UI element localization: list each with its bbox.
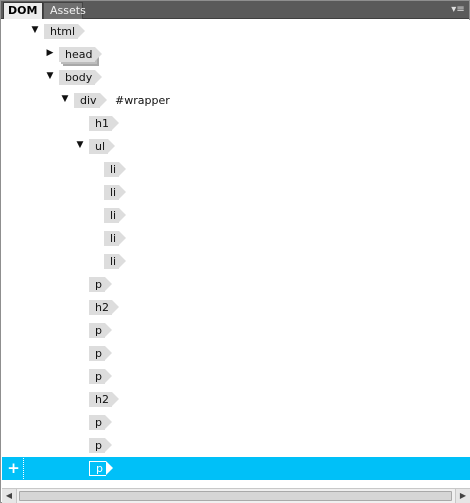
element-tag[interactable]: html bbox=[44, 24, 85, 39]
tab-dom[interactable]: DOM bbox=[3, 2, 43, 19]
element-tag[interactable]: p bbox=[89, 461, 113, 476]
element-tag[interactable]: li bbox=[104, 162, 126, 177]
tree-row-li[interactable]: li bbox=[2, 158, 470, 181]
tag-name-label: p bbox=[89, 323, 105, 338]
element-tag[interactable]: li bbox=[104, 185, 126, 200]
tree-row-ul[interactable]: ▼ ul bbox=[2, 135, 470, 158]
tree-row-body[interactable]: ▼ body bbox=[2, 66, 470, 89]
tab-assets[interactable]: Assets bbox=[43, 2, 86, 19]
element-tag[interactable]: li bbox=[104, 231, 126, 246]
expand-triangle-down-icon[interactable]: ▼ bbox=[59, 93, 71, 105]
element-tag[interactable]: p bbox=[89, 323, 112, 338]
element-tag[interactable]: ul bbox=[89, 139, 115, 154]
element-tag[interactable]: p bbox=[89, 415, 112, 430]
tree-row-html[interactable]: ▼ html bbox=[2, 20, 470, 43]
scrollbar-thumb[interactable] bbox=[19, 491, 452, 501]
tree-row-p[interactable]: p bbox=[2, 411, 470, 434]
tag-name-label: h2 bbox=[89, 392, 112, 407]
tag-arrow-tip bbox=[106, 461, 113, 475]
tag-arrow-tip bbox=[119, 162, 126, 176]
tag-name-label: head bbox=[59, 47, 96, 62]
plus-icon[interactable]: + bbox=[4, 458, 24, 479]
tree-row-li[interactable]: li bbox=[2, 250, 470, 273]
tree-row-p[interactable]: + p bbox=[2, 457, 470, 480]
element-tag[interactable]: h2 bbox=[89, 300, 119, 315]
tag-arrow-tip bbox=[119, 254, 126, 268]
tree-row-h2[interactable]: h2 bbox=[2, 296, 470, 319]
tree-row-p[interactable]: p bbox=[2, 273, 470, 296]
element-tag[interactable]: p bbox=[89, 346, 112, 361]
expand-triangle-down-icon[interactable]: ▼ bbox=[29, 24, 41, 36]
tag-arrow-tip bbox=[112, 300, 119, 314]
element-tag[interactable]: li bbox=[104, 208, 126, 223]
tag-arrow-tip bbox=[105, 438, 112, 452]
tag-name-label: html bbox=[44, 24, 79, 39]
dom-panel: DOM Assets ▾≡ ▼ html ▶ head ▼ body ▼ div #wrappe… bbox=[0, 0, 470, 503]
tag-name-label: li bbox=[104, 208, 120, 223]
tag-name-label: li bbox=[104, 162, 120, 177]
tag-arrow-tip bbox=[119, 231, 126, 245]
tag-arrow-tip bbox=[100, 93, 107, 107]
tag-arrow-tip bbox=[112, 116, 119, 130]
tag-name-label: p bbox=[89, 277, 105, 292]
element-tag[interactable]: li bbox=[104, 254, 126, 269]
tree-row-p[interactable]: p bbox=[2, 365, 470, 388]
tag-name-label: h1 bbox=[89, 116, 112, 131]
tree-row-p[interactable]: p bbox=[2, 434, 470, 457]
tag-name-label: li bbox=[104, 185, 120, 200]
tree-row-p[interactable]: p bbox=[2, 342, 470, 365]
tag-name-label: li bbox=[104, 254, 120, 269]
tag-name-label: div bbox=[74, 93, 100, 108]
element-tag[interactable]: h1 bbox=[89, 116, 119, 131]
element-tag[interactable]: p bbox=[89, 438, 112, 453]
tag-name-label: p bbox=[89, 461, 106, 476]
tag-name-label: body bbox=[59, 70, 96, 85]
tag-arrow-tip bbox=[105, 346, 112, 360]
panel-menu-icon[interactable]: ▾≡ bbox=[451, 4, 465, 16]
tag-arrow-tip bbox=[112, 392, 119, 406]
panel-tab-bar: DOM Assets ▾≡ bbox=[1, 1, 469, 19]
tree-row-div[interactable]: ▼ div #wrapper bbox=[2, 89, 470, 112]
tag-arrow-tip bbox=[105, 369, 112, 383]
tree-row-p[interactable]: p bbox=[2, 319, 470, 342]
expand-triangle-right-icon[interactable]: ▶ bbox=[44, 47, 56, 59]
expand-triangle-down-icon[interactable]: ▼ bbox=[74, 139, 86, 151]
element-id-label: #wrapper bbox=[115, 94, 170, 107]
tag-name-label: h2 bbox=[89, 300, 112, 315]
tag-arrow-tip bbox=[105, 277, 112, 291]
scroll-left-icon[interactable]: ◀ bbox=[2, 489, 17, 503]
tree-row-h1[interactable]: h1 bbox=[2, 112, 470, 135]
tag-arrow-tip bbox=[105, 323, 112, 337]
tag-arrow-tip bbox=[95, 70, 102, 84]
tag-name-label: p bbox=[89, 415, 105, 430]
element-tag[interactable]: body bbox=[59, 70, 102, 85]
tag-arrow-tip bbox=[108, 139, 115, 153]
element-tag[interactable]: div bbox=[74, 93, 107, 108]
tree-row-li[interactable]: li bbox=[2, 181, 470, 204]
expand-triangle-down-icon[interactable]: ▼ bbox=[44, 70, 56, 82]
tree-row-li[interactable]: li bbox=[2, 227, 470, 250]
tag-name-label: p bbox=[89, 369, 105, 384]
dom-tree: ▼ html ▶ head ▼ body ▼ div #wrapper h1 ▼ ul li li li li… bbox=[2, 20, 470, 488]
tag-arrow-tip bbox=[95, 47, 102, 61]
element-tag[interactable]: head bbox=[59, 47, 102, 62]
tag-arrow-tip bbox=[78, 24, 85, 38]
element-tag[interactable]: p bbox=[89, 369, 112, 384]
tag-arrow-tip bbox=[119, 185, 126, 199]
tag-name-label: li bbox=[104, 231, 120, 246]
tag-name-label: p bbox=[89, 346, 105, 361]
tag-name-label: p bbox=[89, 438, 105, 453]
tag-name-label: ul bbox=[89, 139, 109, 154]
tree-row-h2[interactable]: h2 bbox=[2, 388, 470, 411]
scroll-right-icon[interactable]: ▶ bbox=[455, 489, 470, 503]
tag-arrow-tip bbox=[105, 415, 112, 429]
horizontal-scrollbar[interactable]: ◀ ▶ bbox=[2, 488, 470, 503]
element-tag[interactable]: h2 bbox=[89, 392, 119, 407]
element-tag[interactable]: p bbox=[89, 277, 112, 292]
tree-row-li[interactable]: li bbox=[2, 204, 470, 227]
tag-arrow-tip bbox=[119, 208, 126, 222]
tree-row-head[interactable]: ▶ head bbox=[2, 43, 470, 66]
